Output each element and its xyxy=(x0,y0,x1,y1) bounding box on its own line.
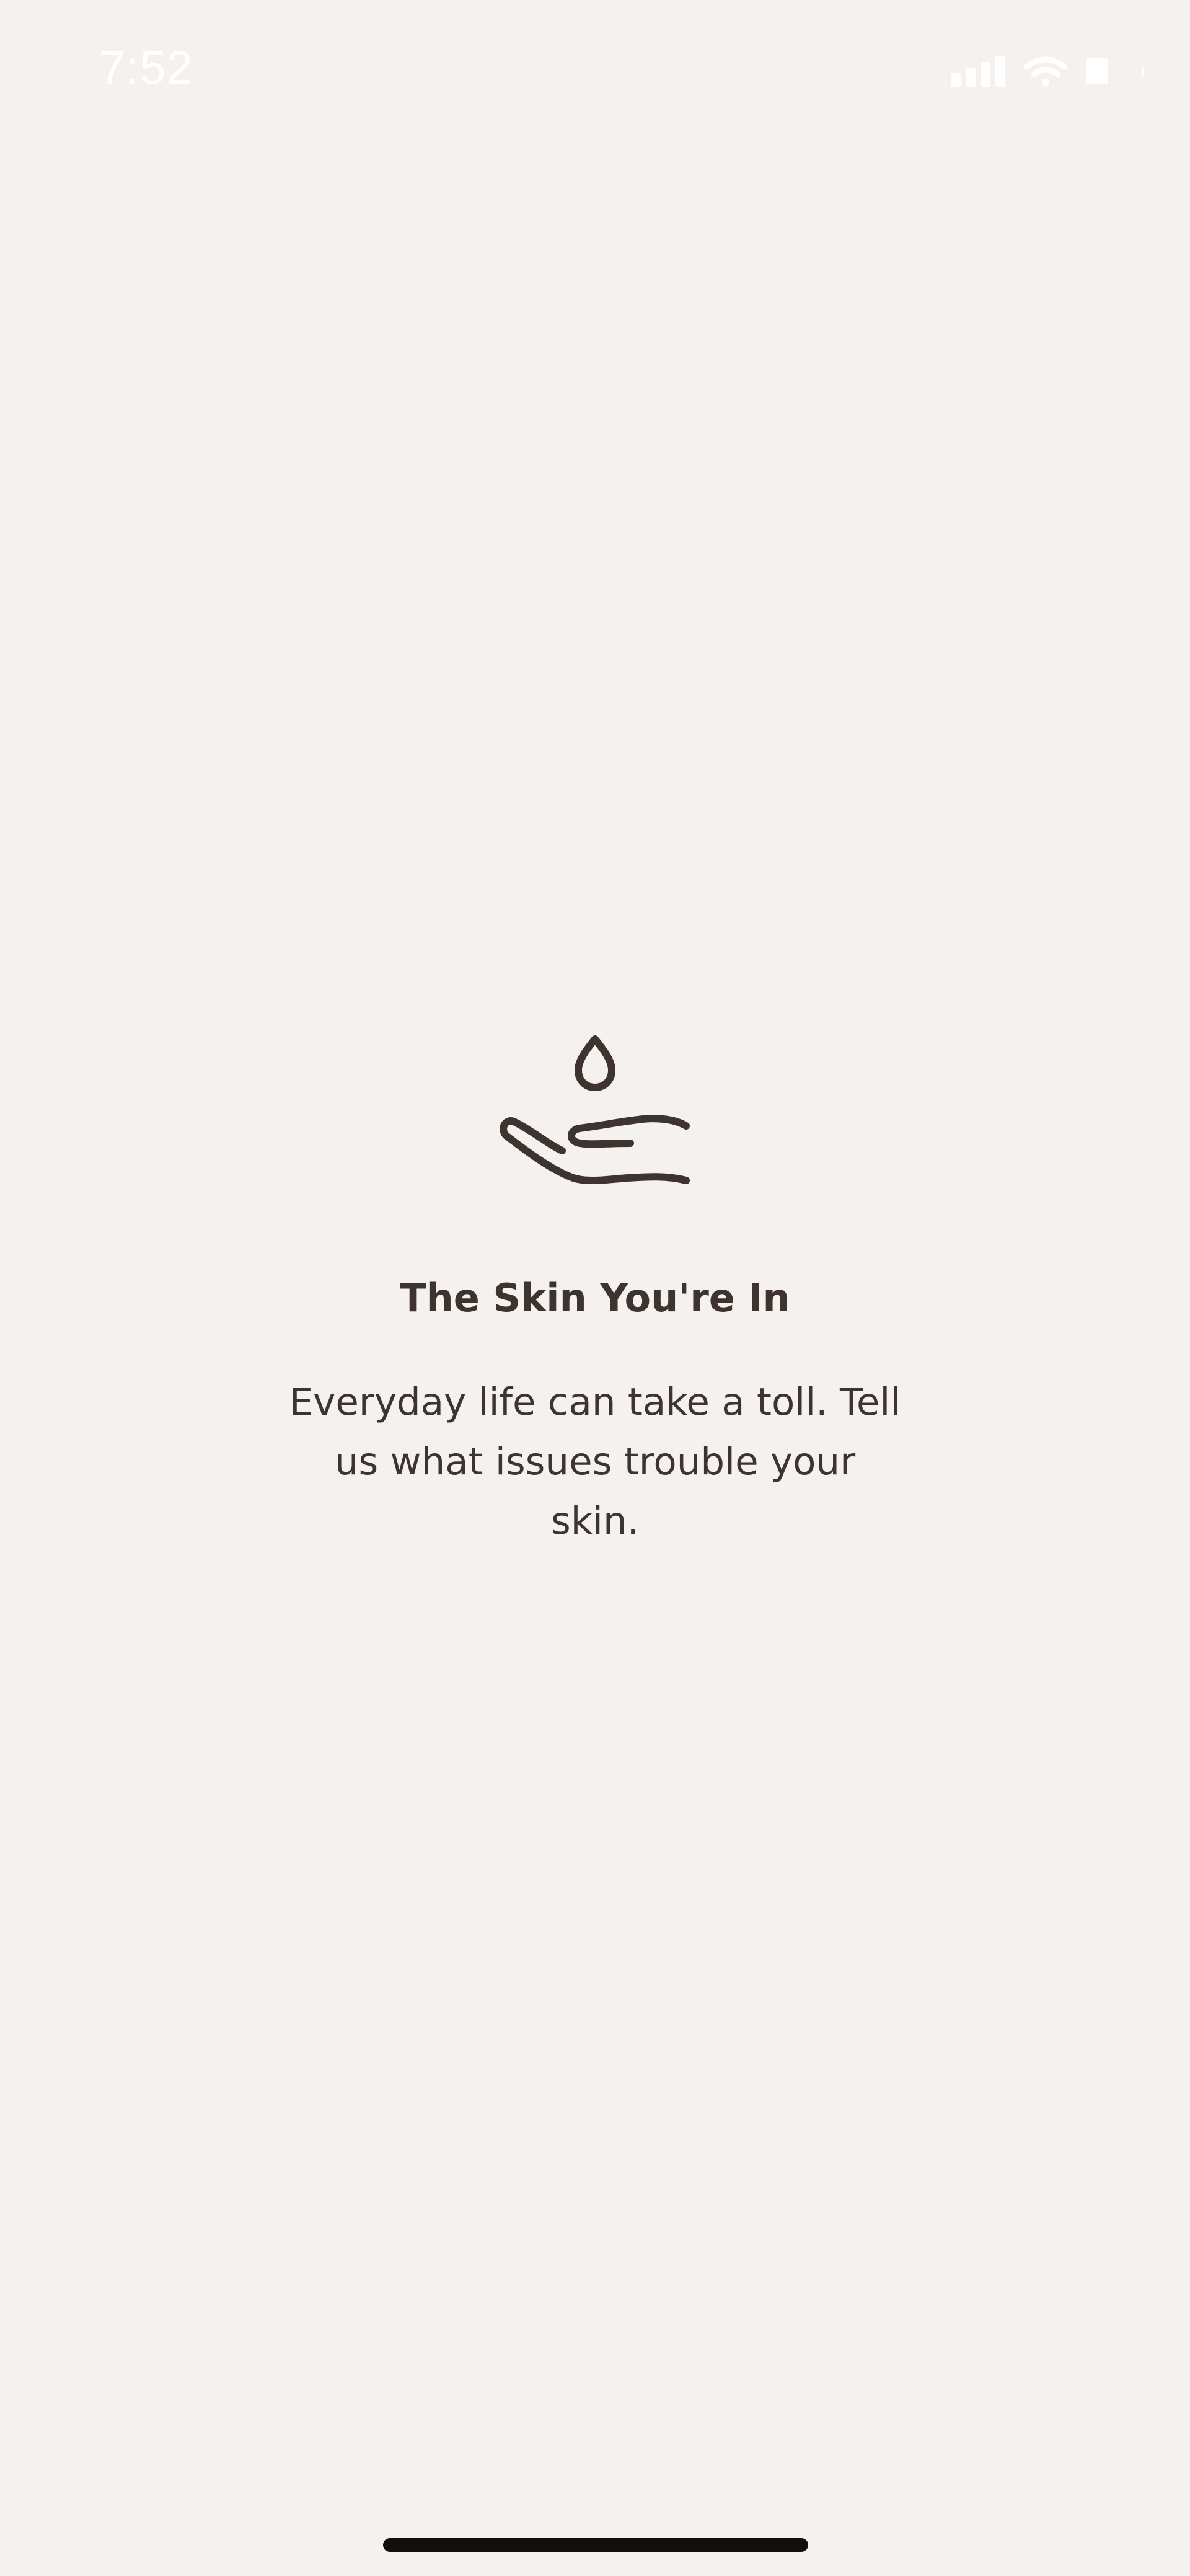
hand-with-drop-icon xyxy=(500,1035,690,1185)
status-icons xyxy=(951,56,1147,87)
status-time: 7:52 xyxy=(99,42,193,94)
battery-icon xyxy=(1086,58,1144,84)
status-bar: 7:52 xyxy=(0,0,1190,143)
home-indicator[interactable] xyxy=(383,2538,808,2552)
signal-icon xyxy=(951,56,1005,87)
wifi-icon xyxy=(1024,56,1067,86)
page-description: Everyday life can take a toll. Tell us w… xyxy=(289,1380,901,1543)
intro-content: The Skin You're In Everyday life can tak… xyxy=(0,1029,1190,1551)
page-title: The Skin You're In xyxy=(400,1275,790,1321)
